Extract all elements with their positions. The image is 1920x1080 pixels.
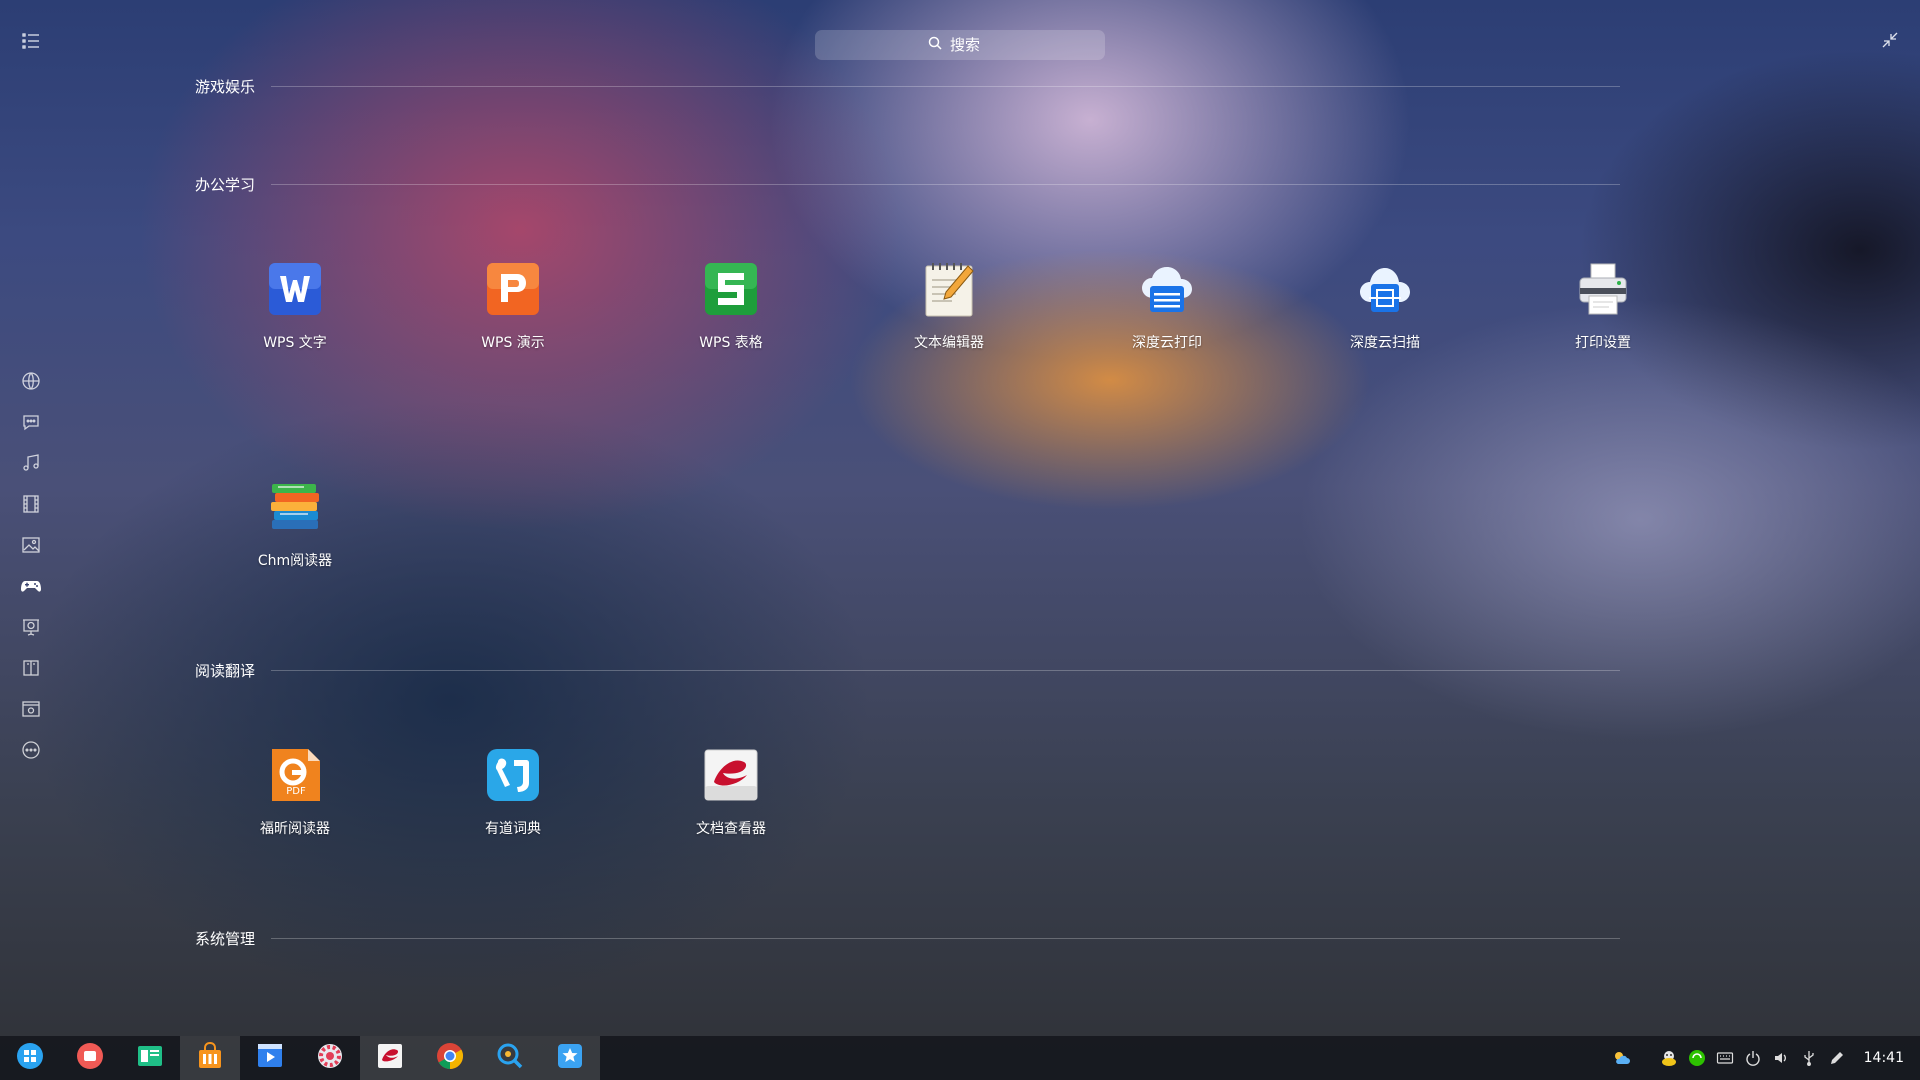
search-icon — [928, 36, 942, 54]
app-store-icon — [195, 1041, 225, 1075]
dock-launcher[interactable] — [0, 1036, 60, 1080]
app-chm-reader[interactable]: Chm阅读器 — [220, 478, 370, 570]
dock-search-app[interactable] — [480, 1036, 540, 1080]
foxit-reader-icon: PDF — [266, 746, 324, 804]
app-label: 文本编辑器 — [914, 335, 984, 351]
volume-icon[interactable] — [1772, 1049, 1790, 1067]
chrome-icon — [435, 1041, 465, 1075]
dock-file-manager[interactable] — [120, 1036, 180, 1080]
category-nav — [18, 368, 44, 778]
section-system: 系统管理 — [195, 928, 1620, 948]
section-divider — [271, 669, 1620, 671]
power-icon[interactable] — [1744, 1049, 1762, 1067]
internet-icon[interactable] — [18, 368, 44, 394]
settings-icon — [315, 1041, 345, 1075]
document-viewer-dock-icon — [375, 1041, 405, 1075]
education-icon[interactable] — [18, 614, 44, 640]
search-app-icon — [495, 1041, 525, 1075]
app-label: Chm阅读器 — [257, 553, 333, 569]
app-text-editor[interactable]: 文本编辑器 — [874, 260, 1024, 352]
app-label: WPS 表格 — [699, 335, 763, 351]
app-label: 深度云打印 — [1132, 335, 1202, 351]
dock-deepin-app[interactable] — [540, 1036, 600, 1080]
section-games: 游戏娱乐 — [195, 76, 1620, 96]
app-wps-writer[interactable]: WPS 文字 — [220, 260, 370, 352]
app-label: WPS 文字 — [263, 335, 327, 351]
text-editor-icon — [920, 260, 978, 318]
usb-icon[interactable] — [1800, 1049, 1818, 1067]
launcher-icon — [15, 1041, 45, 1075]
dock-app-store[interactable] — [180, 1036, 240, 1080]
app-label: 福昕阅读器 — [260, 821, 330, 837]
printer-icon — [1574, 260, 1632, 318]
cloud-print-icon — [1138, 260, 1196, 318]
wps-spreadsheet-icon — [702, 260, 760, 318]
section-title: 游戏娱乐 — [195, 77, 256, 96]
wps-writer-icon — [266, 260, 324, 318]
more-icon[interactable] — [18, 737, 44, 763]
list-view-icon[interactable] — [22, 32, 40, 50]
dock-document-viewer[interactable] — [360, 1036, 420, 1080]
app-label: 深度云扫描 — [1350, 335, 1420, 351]
dock-movie-player[interactable] — [240, 1036, 300, 1080]
chat-tray-icon[interactable] — [1660, 1049, 1678, 1067]
music-icon[interactable] — [18, 450, 44, 476]
document-viewer-icon — [702, 746, 760, 804]
movie-player-icon — [255, 1041, 285, 1075]
file-manager-icon — [135, 1041, 165, 1075]
svg-text:PDF: PDF — [286, 786, 306, 797]
app-label: 文档查看器 — [696, 821, 766, 837]
app-document-viewer[interactable]: 文档查看器 — [656, 746, 806, 838]
tray-spacer — [1640, 1049, 1650, 1067]
chm-reader-icon — [266, 478, 324, 536]
app-label: 打印设置 — [1575, 335, 1631, 351]
system-tray: 14:41 — [1612, 1036, 1904, 1080]
app-foxit-reader[interactable]: PDF 福昕阅读器 — [220, 746, 370, 838]
weather-icon[interactable] — [1612, 1049, 1630, 1067]
cloud-scan-icon — [1356, 260, 1414, 318]
section-office: 办公学习 — [195, 174, 1620, 194]
search-input[interactable] — [948, 35, 992, 55]
youdao-dict-icon — [484, 746, 542, 804]
wps-presentation-icon — [484, 260, 542, 318]
app-label: 有道词典 — [485, 821, 541, 837]
clock[interactable]: 14:41 — [1864, 1050, 1904, 1066]
search-box[interactable] — [815, 30, 1105, 60]
chat-icon[interactable] — [18, 409, 44, 435]
section-reading: 阅读翻译 — [195, 660, 1620, 680]
app-cloud-scan[interactable]: 深度云扫描 — [1310, 260, 1460, 352]
game-icon[interactable] — [18, 573, 44, 599]
image-icon[interactable] — [18, 532, 44, 558]
keyboard-icon[interactable] — [1716, 1049, 1734, 1067]
exit-fullscreen-icon[interactable] — [1882, 32, 1898, 48]
wechat-tray-icon[interactable] — [1688, 1049, 1706, 1067]
video-icon[interactable] — [18, 491, 44, 517]
section-title: 办公学习 — [195, 175, 256, 194]
reading-icon[interactable] — [18, 655, 44, 681]
app-label: WPS 演示 — [481, 335, 545, 351]
section-divider — [271, 937, 1620, 939]
deepin-app-icon — [555, 1041, 585, 1075]
app-youdao-dict[interactable]: 有道词典 — [438, 746, 588, 838]
app-wps-spreadsheet[interactable]: WPS 表格 — [656, 260, 806, 352]
section-title: 阅读翻译 — [195, 661, 256, 680]
system-icon[interactable] — [18, 696, 44, 722]
section-divider — [271, 85, 1620, 87]
edit-icon[interactable] — [1828, 1049, 1846, 1067]
dock-screen-recorder[interactable] — [60, 1036, 120, 1080]
dock-chrome[interactable] — [420, 1036, 480, 1080]
section-divider — [271, 183, 1620, 185]
taskbar: 14:41 — [0, 1036, 1920, 1080]
section-title: 系统管理 — [195, 929, 256, 948]
app-wps-presentation[interactable]: WPS 演示 — [438, 260, 588, 352]
dock-settings[interactable] — [300, 1036, 360, 1080]
app-print-settings[interactable]: 打印设置 — [1528, 260, 1678, 352]
app-cloud-print[interactable]: 深度云打印 — [1092, 260, 1242, 352]
screen-recorder-icon — [75, 1041, 105, 1075]
